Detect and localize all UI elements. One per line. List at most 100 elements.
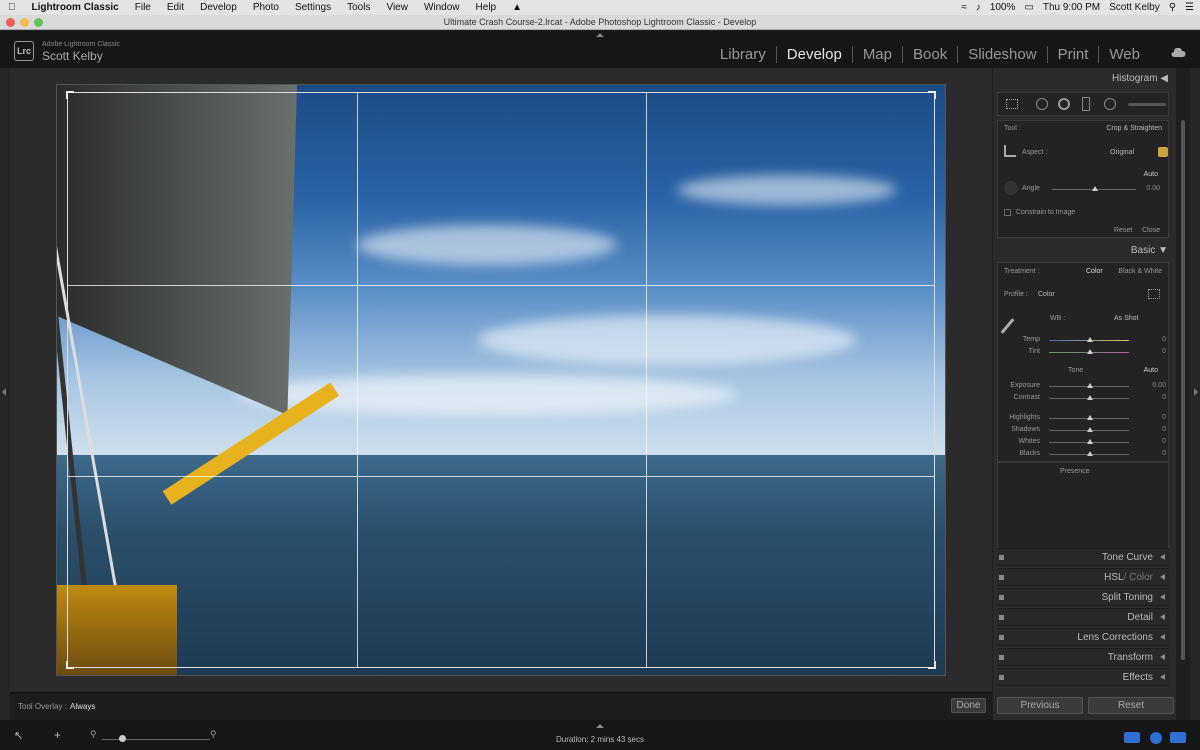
done-button[interactable]: Done (951, 698, 986, 713)
graduated-filter-icon[interactable] (1082, 97, 1090, 111)
section-split-toning[interactable]: Split Toning (997, 588, 1169, 606)
section-toggle-icon[interactable] (999, 675, 1004, 680)
whites-knob[interactable] (1087, 439, 1093, 444)
angle-value[interactable]: 0.00 (1146, 185, 1160, 192)
crop-handle-top-left[interactable] (66, 91, 74, 99)
aspect-select[interactable]: Original (1110, 149, 1134, 156)
crop-close-button[interactable]: Close (1142, 227, 1160, 234)
histogram-header[interactable]: Histogram ◀ (993, 70, 1176, 88)
module-web[interactable]: Web (1098, 46, 1150, 63)
exposure-value[interactable]: 0.00 (1152, 382, 1166, 389)
menu-view[interactable]: View (378, 2, 416, 13)
dropbox-icon[interactable]: ▲ (504, 2, 530, 13)
treatment-bw-button[interactable]: Black & White (1118, 268, 1162, 275)
menu-settings[interactable]: Settings (287, 2, 339, 13)
section-toggle-icon[interactable] (999, 555, 1004, 560)
section-toggle-icon[interactable] (999, 615, 1004, 620)
expand-left-icon[interactable] (2, 388, 6, 396)
module-book[interactable]: Book (902, 46, 957, 63)
module-print[interactable]: Print (1046, 46, 1099, 63)
menu-list-icon[interactable]: ☰ (1185, 2, 1194, 13)
profile-select[interactable]: Color (1038, 291, 1055, 298)
previous-button[interactable]: Previous (997, 697, 1083, 714)
battery-percent[interactable]: 100% (990, 2, 1016, 13)
crop-tool-icon[interactable] (1006, 99, 1018, 109)
wb-select[interactable]: As Shot (1114, 315, 1139, 322)
tool-overlay-select[interactable]: Always (70, 702, 95, 711)
module-develop[interactable]: Develop (775, 46, 852, 63)
treatment-color-button[interactable]: Color (1086, 268, 1103, 275)
menu-develop[interactable]: Develop (192, 2, 245, 13)
whites-value[interactable]: 0 (1162, 438, 1166, 445)
menu-edit[interactable]: Edit (159, 2, 192, 13)
collapse-top-panel-icon[interactable] (596, 33, 604, 37)
crop-reset-button[interactable]: Reset (1114, 227, 1132, 234)
spot-removal-icon[interactable] (1036, 98, 1048, 110)
menu-photo[interactable]: Photo (245, 2, 287, 13)
app-menu[interactable]: Lightroom Classic (24, 2, 127, 13)
search-icon[interactable]: ⚲ (1169, 2, 1176, 13)
basic-header[interactable]: Basic ▼ (993, 242, 1176, 260)
auto-straighten-button[interactable]: Auto (1144, 171, 1158, 178)
contrast-knob[interactable] (1087, 395, 1093, 400)
temp-value[interactable]: 0 (1162, 336, 1166, 343)
wb-eyedropper-icon[interactable] (1000, 318, 1015, 334)
panel-scrollbar[interactable] (1181, 120, 1185, 660)
section-toggle-icon[interactable] (999, 575, 1004, 580)
tint-knob[interactable] (1087, 349, 1093, 354)
brush-tool-icon[interactable] (1128, 103, 1166, 106)
section-transform[interactable]: Transform (997, 648, 1169, 666)
user-menu[interactable]: Scott Kelby (1109, 2, 1160, 13)
volume-icon[interactable]: ♪ (976, 2, 981, 13)
reset-button[interactable]: Reset (1088, 697, 1174, 714)
collapse-right-icon[interactable] (1194, 388, 1198, 396)
wifi-icon[interactable]: ≈ (961, 2, 967, 13)
split-toning-title: Split Toning (1101, 592, 1153, 603)
section-detail[interactable]: Detail (997, 608, 1169, 626)
left-panel-edge[interactable] (0, 68, 10, 720)
cloud-icon[interactable] (1170, 48, 1186, 58)
shadows-value[interactable]: 0 (1162, 426, 1166, 433)
red-eye-icon[interactable] (1058, 98, 1070, 110)
module-map[interactable]: Map (851, 46, 902, 63)
section-effects[interactable]: Effects (997, 668, 1169, 686)
apple-menu-icon[interactable]:  (0, 2, 24, 13)
blacks-value[interactable]: 0 (1162, 450, 1166, 457)
section-toggle-icon[interactable] (999, 635, 1004, 640)
section-toggle-icon[interactable] (999, 655, 1004, 660)
crop-handle-bottom-right[interactable] (928, 661, 936, 669)
blacks-knob[interactable] (1087, 451, 1093, 456)
tone-auto-button[interactable]: Auto (1144, 367, 1158, 374)
right-panel-edge[interactable] (1190, 68, 1200, 720)
module-slideshow[interactable]: Slideshow (957, 46, 1046, 63)
menu-help[interactable]: Help (468, 2, 505, 13)
battery-icon[interactable]: ▭ (1024, 2, 1033, 13)
constrain-checkbox[interactable] (1004, 209, 1011, 216)
shadows-knob[interactable] (1087, 427, 1093, 432)
crop-frame[interactable] (66, 91, 936, 669)
crop-handle-top-right[interactable] (928, 91, 936, 99)
radial-filter-icon[interactable] (1104, 98, 1116, 110)
menu-file[interactable]: File (127, 2, 159, 13)
menu-tools[interactable]: Tools (339, 2, 378, 13)
crop-angle-icon[interactable] (1004, 145, 1016, 157)
crop-handle-bottom-left[interactable] (66, 661, 74, 669)
section-toggle-icon[interactable] (999, 595, 1004, 600)
collapse-filmstrip-icon[interactable] (596, 724, 604, 728)
lock-icon[interactable] (1158, 147, 1168, 157)
exposure-knob[interactable] (1087, 383, 1093, 388)
highlights-value[interactable]: 0 (1162, 414, 1166, 421)
straighten-tool-icon[interactable] (1004, 181, 1018, 195)
section-lens-corrections[interactable]: Lens Corrections (997, 628, 1169, 646)
tint-value[interactable]: 0 (1162, 348, 1166, 355)
clock[interactable]: Thu 9:00 PM (1043, 2, 1100, 13)
temp-knob[interactable] (1087, 337, 1093, 342)
section-hsl[interactable]: HSL/ Color (997, 568, 1169, 586)
angle-knob[interactable] (1092, 186, 1098, 191)
highlights-knob[interactable] (1087, 415, 1093, 420)
section-tone-curve[interactable]: Tone Curve (997, 548, 1169, 566)
module-library[interactable]: Library (710, 46, 776, 63)
menu-window[interactable]: Window (416, 2, 468, 13)
contrast-value[interactable]: 0 (1162, 394, 1166, 401)
profile-browser-icon[interactable] (1148, 289, 1160, 299)
